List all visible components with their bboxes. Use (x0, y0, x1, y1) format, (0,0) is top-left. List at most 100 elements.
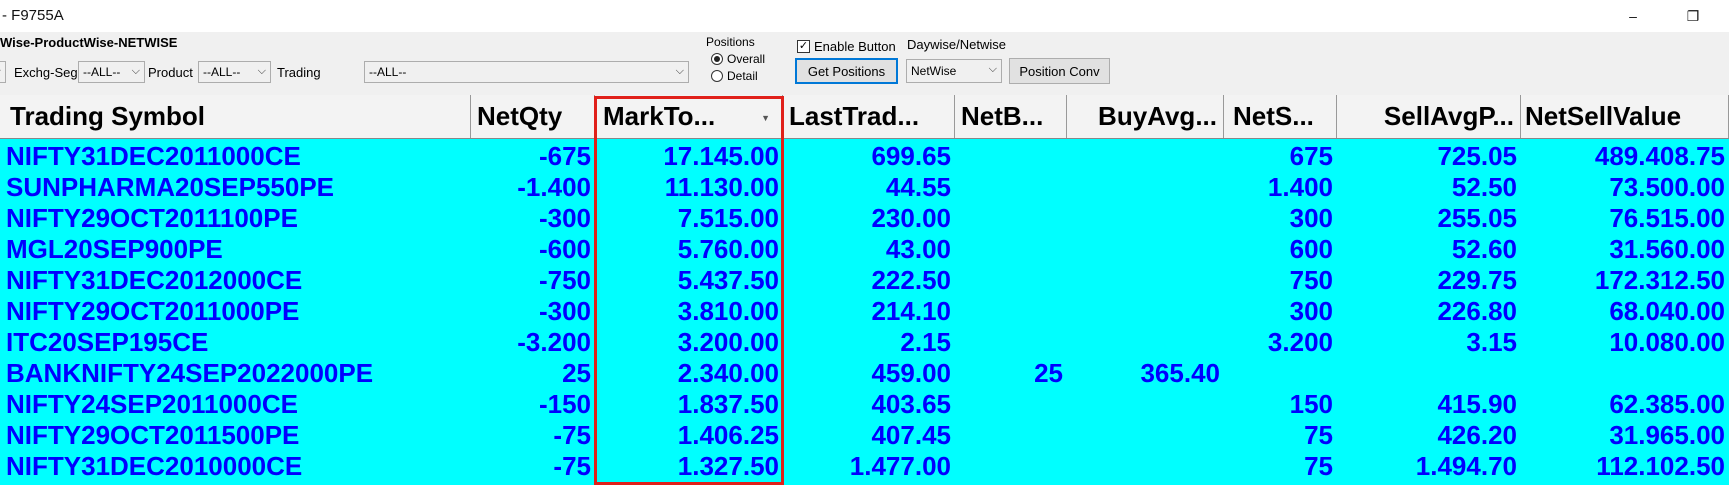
cell-sellavgp: 229.75 (1437, 265, 1517, 295)
table-row[interactable]: NIFTY31DEC2011000CE -675 17.145.00 699.65 67… (0, 141, 1729, 172)
cell-nets: 1.400 (1267, 172, 1333, 202)
trading-value: --ALL-- (369, 65, 407, 79)
cell-lasttrad: 44.55 (885, 172, 951, 202)
cell-trading-symbol: ITC20SEP195CE (6, 327, 209, 357)
chevron-down-icon: ⌵ (675, 65, 684, 77)
cell-netsellvalue: 10.080.00 (1609, 327, 1725, 357)
chevron-down-icon: ⌵ (131, 65, 140, 77)
table-row[interactable]: NIFTY31DEC2010000CE -75 1.327.50 1.477.00 75… (0, 451, 1729, 482)
table-row[interactable]: NIFTY31DEC2012000CE -750 5.437.50 222.50 750… (0, 265, 1729, 296)
position-conv-button[interactable]: Position Conv (1009, 58, 1110, 84)
product-select[interactable]: --ALL-- ⌵ (198, 61, 271, 83)
grid-header: Trading Symbol NetQty MarkTo... ▼ LastTr… (0, 95, 1729, 139)
cell-nets: 300 (1289, 203, 1333, 233)
cell-buyavg (1067, 420, 1224, 451)
checkmark-icon: ✓ (797, 40, 810, 53)
cell-netsellvalue: 112.102.50 (1596, 451, 1725, 481)
column-header-netqty[interactable]: NetQty (471, 95, 595, 138)
cell-sellavgp: 426.20 (1437, 420, 1517, 450)
enable-button-checkbox[interactable]: ✓ Enable Button (797, 39, 896, 54)
radio-detail[interactable]: Detail (711, 69, 758, 83)
get-positions-label: Get Positions (807, 63, 886, 79)
table-row[interactable]: SUNPHARMA20SEP550PE -1.400 11.130.00 44.55 1… (0, 172, 1729, 203)
cell-lasttrad: 459.00 (871, 358, 951, 388)
cell-markto: 1.327.50 (677, 451, 779, 481)
cell-markto: 5.760.00 (677, 234, 779, 264)
cell-trading-symbol: NIFTY29OCT2011100PE (6, 203, 298, 233)
column-header-netsellvalue[interactable]: NetSellValue (1521, 95, 1729, 138)
left-cut-dropdown[interactable]: ⌵ (0, 61, 6, 83)
cell-markto: 17.145.00 (663, 141, 779, 171)
view-heading: Wise-ProductWise-NETWISE (0, 35, 178, 50)
cell-markto: 1.837.50 (677, 389, 779, 419)
table-row[interactable]: BANKNIFTY24SEP2022000PE 25 2.340.00 459.00 2… (0, 358, 1729, 389)
radio-selected-icon (711, 53, 723, 65)
cell-netqty: -150 (538, 389, 591, 419)
cell-netsellvalue: 68.040.00 (1609, 296, 1725, 326)
cell-markto: 2.340.00 (677, 358, 779, 388)
cell-buyavg (1067, 234, 1224, 265)
sort-desc-icon: ▼ (761, 113, 770, 123)
netwise-select[interactable]: NetWise ⌵ (906, 59, 1002, 83)
cell-lasttrad: 214.10 (871, 296, 951, 326)
cell-sellavgp: 415.90 (1437, 389, 1517, 419)
cell-netqty: -3.200 (517, 327, 591, 357)
column-header-nets[interactable]: NetS... (1224, 95, 1337, 138)
radio-overall[interactable]: Overall (711, 52, 765, 66)
column-header-buyavg[interactable]: BuyAvg... (1067, 95, 1224, 138)
cell-netb (955, 265, 1067, 296)
cell-trading-symbol: NIFTY31DEC2012000CE (6, 265, 303, 295)
column-header-trading-symbol[interactable]: Trading Symbol (0, 95, 471, 138)
chevron-down-icon: ⌵ (0, 65, 1, 78)
cell-sellavgp (1337, 358, 1521, 389)
minimize-icon[interactable]: – (1610, 0, 1656, 32)
cell-netsellvalue (1521, 358, 1729, 389)
restore-icon[interactable]: ❐ (1670, 0, 1716, 32)
cell-sellavgp: 3.15 (1466, 327, 1517, 357)
cell-markto: 3.810.00 (677, 296, 779, 326)
table-row[interactable]: NIFTY29OCT2011500PE -75 1.406.25 407.45 75 42… (0, 420, 1729, 451)
get-positions-button[interactable]: Get Positions (795, 58, 898, 84)
cell-lasttrad: 2.15 (900, 327, 951, 357)
cell-nets: 150 (1289, 389, 1333, 419)
trading-select[interactable]: --ALL-- ⌵ (364, 61, 689, 83)
cell-buyavg (1067, 172, 1224, 203)
cell-netqty: -1.400 (517, 172, 591, 202)
column-header-lasttrad[interactable]: LastTrad... (783, 95, 955, 138)
cell-trading-symbol: SUNPHARMA20SEP550PE (6, 172, 335, 202)
table-row[interactable]: NIFTY24SEP2011000CE -150 1.837.50 403.65 150… (0, 389, 1729, 420)
cell-lasttrad: 403.65 (871, 389, 951, 419)
cell-lasttrad: 699.65 (871, 141, 951, 171)
exchg-seg-label: Exchg-Seg (14, 65, 78, 80)
cell-buyavg (1067, 327, 1224, 358)
cell-netb (955, 141, 1067, 172)
chevron-down-icon: ⌵ (257, 65, 266, 77)
column-header-netb[interactable]: NetB... (955, 95, 1067, 138)
cell-netb: 25 (1034, 358, 1063, 388)
cell-netb (955, 451, 1067, 482)
table-row[interactable]: NIFTY29OCT2011000PE -300 3.810.00 214.10 300… (0, 296, 1729, 327)
cell-netsellvalue: 31.965.00 (1609, 420, 1725, 450)
cell-nets: 600 (1289, 234, 1333, 264)
cell-sellavgp: 1.494.70 (1415, 451, 1517, 481)
table-row[interactable]: MGL20SEP900PE -600 5.760.00 43.00 600 52.60 31… (0, 234, 1729, 265)
cell-netb (955, 203, 1067, 234)
cell-netsellvalue: 62.385.00 (1609, 389, 1725, 419)
column-header-sellavgp[interactable]: SellAvgP... (1337, 95, 1521, 138)
column-header-markto[interactable]: MarkTo... ▼ (595, 95, 783, 138)
positions-group-label: Positions (706, 35, 755, 49)
cell-buyavg (1067, 296, 1224, 327)
cell-trading-symbol: NIFTY24SEP2011000CE (6, 389, 298, 419)
cell-netqty: -600 (538, 234, 591, 264)
window-title: - F9755A (2, 7, 64, 24)
cell-buyavg (1067, 203, 1224, 234)
table-row[interactable]: NIFTY29OCT2011100PE -300 7.515.00 230.00 300… (0, 203, 1729, 234)
exchg-seg-value: --ALL-- (83, 65, 121, 79)
table-row[interactable]: ITC20SEP195CE -3.200 3.200.00 2.15 3.200 3.15… (0, 327, 1729, 358)
cell-lasttrad: 222.50 (871, 265, 951, 295)
cell-nets: 75 (1304, 420, 1333, 450)
exchg-seg-select[interactable]: --ALL-- ⌵ (78, 61, 145, 83)
enable-button-label: Enable Button (814, 39, 896, 54)
netwise-value: NetWise (911, 64, 957, 78)
cell-netb (955, 327, 1067, 358)
